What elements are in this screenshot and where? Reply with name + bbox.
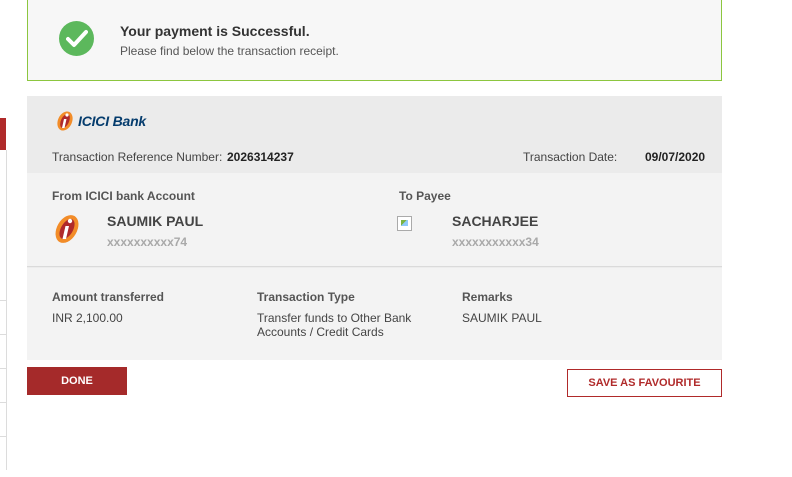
transaction-date-value: 09/07/2020 xyxy=(645,150,706,164)
done-button[interactable]: DONE xyxy=(27,367,127,395)
left-edge-row[interactable] xyxy=(0,334,7,368)
check-circle-icon xyxy=(59,21,94,56)
save-as-favourite-button[interactable]: SAVE AS FAVOURITE xyxy=(567,369,722,397)
receipt-header: ICICI Bank Transaction Reference Number:… xyxy=(27,96,722,173)
ref-number-label: Transaction Reference Number: xyxy=(52,150,223,164)
left-edge-row[interactable] xyxy=(0,402,7,436)
transaction-date-label: Transaction Date: xyxy=(523,150,618,164)
transaction-type-label: Transaction Type xyxy=(257,290,355,304)
payee-image-icon xyxy=(397,216,412,231)
from-account-label: From ICICI bank Account xyxy=(52,189,195,203)
left-edge-active-marker xyxy=(0,118,6,150)
from-account-number: xxxxxxxxxx74 xyxy=(107,235,188,249)
to-payee-label: To Payee xyxy=(399,189,451,203)
left-edge-divider xyxy=(6,150,7,300)
left-edge-row[interactable] xyxy=(0,300,7,334)
left-edge-row[interactable] xyxy=(0,436,7,470)
success-subtitle: Please find below the transaction receip… xyxy=(120,44,339,58)
amount-value: INR 2,100.00 xyxy=(52,311,123,325)
bank-name: ICICI Bank xyxy=(78,113,147,129)
ref-number-value: 2026314237 xyxy=(227,150,294,164)
success-banner: Your payment is Successful. Please find … xyxy=(27,0,722,81)
transaction-type-value-line2: Accounts / Credit Cards xyxy=(257,325,384,339)
transaction-details-section: Amount transferred INR 2,100.00 Transact… xyxy=(27,268,722,360)
success-title: Your payment is Successful. xyxy=(120,23,310,39)
left-edge-panel xyxy=(0,0,8,477)
icici-bank-logo: ICICI Bank xyxy=(55,109,146,133)
icici-logo-icon xyxy=(57,111,73,131)
parties-section: From ICICI bank Account SAUMIK PAUL xxxx… xyxy=(27,173,722,267)
from-account-name: SAUMIK PAUL xyxy=(107,213,204,229)
remarks-value: SAUMIK PAUL xyxy=(462,311,542,325)
amount-label: Amount transferred xyxy=(52,290,165,304)
remarks-label: Remarks xyxy=(462,290,513,304)
transaction-type-value-line1: Transfer funds to Other Bank xyxy=(257,311,412,325)
payee-name: SACHARJEE xyxy=(452,213,539,229)
transaction-receipt-card: ICICI Bank Transaction Reference Number:… xyxy=(27,96,722,360)
icici-small-logo-icon xyxy=(55,215,79,243)
payee-account-number: xxxxxxxxxxx34 xyxy=(452,235,539,249)
left-edge-row[interactable] xyxy=(0,368,7,402)
